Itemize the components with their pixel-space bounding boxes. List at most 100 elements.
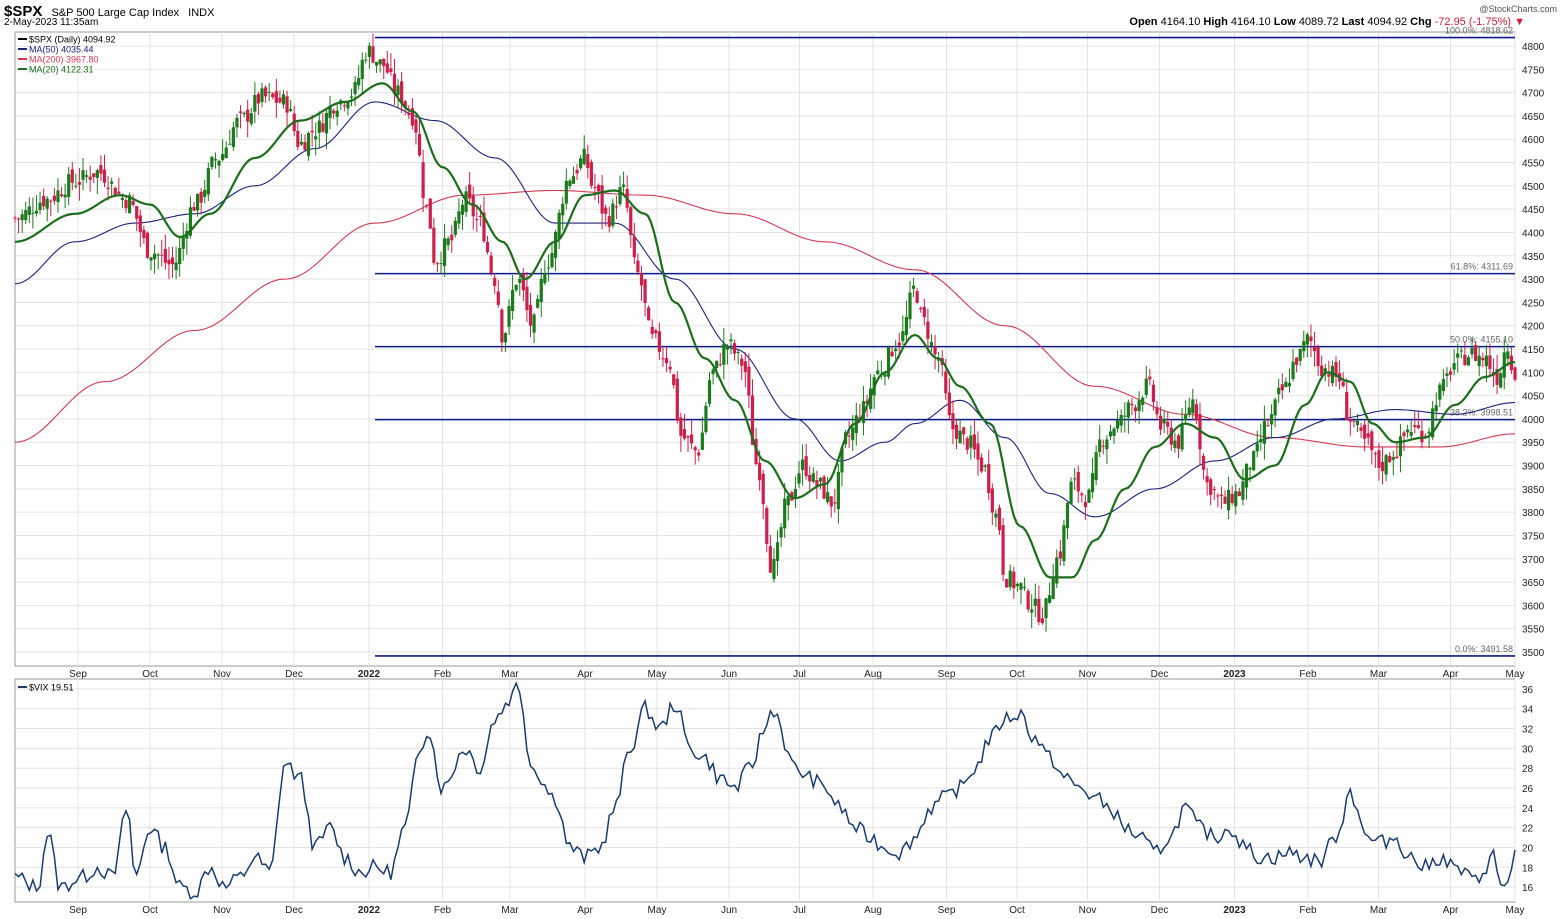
candle-body (800, 459, 805, 470)
candle-body (407, 113, 411, 115)
candle-body (99, 164, 103, 174)
x-tick-label: Dec (285, 905, 303, 916)
candle-body (328, 106, 332, 118)
candle-body (52, 195, 56, 201)
candle-body (1219, 494, 1224, 496)
candle-body (682, 429, 687, 439)
candle-body (199, 191, 203, 203)
candle-body (421, 162, 425, 198)
candle-body (367, 45, 372, 57)
candle-body (1481, 357, 1485, 361)
y-tick-label: 3950 (1522, 438, 1545, 449)
candle-body (1062, 525, 1066, 562)
candle-body (238, 111, 243, 113)
candle-body (106, 187, 110, 189)
candle-body (206, 168, 210, 195)
candle-body (235, 117, 239, 128)
candle-body (686, 436, 690, 438)
candle-body (818, 478, 823, 482)
candle-body (389, 68, 393, 73)
candle-body (532, 314, 536, 333)
x-tick-label: May (1506, 669, 1525, 680)
y-tick-label: 20 (1522, 843, 1534, 854)
candle-body (543, 273, 547, 284)
candle-body (1076, 471, 1080, 492)
candle-body (561, 203, 565, 216)
candle-body (1316, 347, 1320, 367)
candle-body (274, 91, 278, 103)
x-tick-label: Oct (1009, 669, 1025, 680)
candle-body (27, 206, 31, 215)
y-tick-label: 4400 (1522, 228, 1545, 239)
candle-body (1116, 420, 1120, 429)
candle-body (797, 473, 801, 484)
candle-body (650, 326, 654, 334)
x-tick-label: 2023 (1223, 669, 1246, 680)
candle-body (629, 207, 633, 236)
candle-body (77, 182, 82, 185)
candle-body (357, 78, 361, 86)
x-tick-label: Apr (1443, 905, 1459, 916)
chart-canvas[interactable]: 3500 3550 3600 3650 3700 3750 3800 3850 3900 3950… (0, 0, 1565, 919)
candle-body (632, 236, 636, 258)
candle-body (664, 358, 669, 364)
candle-body (1341, 381, 1345, 387)
candle-body (1255, 443, 1259, 452)
candle-body (503, 333, 508, 343)
candle-body (289, 108, 293, 112)
candle-body (1141, 397, 1145, 405)
y-tick-label: 3800 (1522, 508, 1545, 519)
candle-body (1105, 439, 1109, 450)
candle-body (711, 369, 715, 375)
candle-body (1044, 598, 1048, 619)
candle-body (901, 331, 905, 342)
candle-body (718, 364, 722, 366)
candle-body (253, 95, 257, 112)
candle-body (536, 298, 540, 308)
candle-body (1212, 488, 1216, 490)
candle-body (965, 438, 969, 450)
candle-body (990, 488, 994, 513)
candle-body (221, 154, 225, 160)
candle-body (1073, 478, 1077, 480)
candle-body (224, 147, 228, 159)
candle-body (364, 59, 368, 61)
candle-body (589, 162, 593, 186)
candle-body (1101, 445, 1105, 447)
y-tick-label: 28 (1522, 764, 1534, 775)
candle-body (1477, 355, 1481, 367)
candle-body (1119, 414, 1123, 426)
candle-body (729, 339, 733, 342)
candle-body (1019, 583, 1023, 590)
candle-body (1327, 374, 1331, 377)
y-tick-label: 36 (1522, 685, 1534, 696)
candle-body (636, 260, 640, 273)
candle-body (553, 231, 558, 258)
candle-body (281, 94, 286, 105)
candle-body (110, 181, 114, 184)
candle-body (586, 154, 590, 168)
candle-body (1309, 336, 1313, 342)
candle-body (1155, 407, 1159, 415)
candle-body (1176, 435, 1181, 449)
x-tick-label: May (648, 905, 667, 916)
candle-body (1040, 618, 1045, 624)
candle-body (979, 457, 984, 472)
candle-body (425, 204, 429, 206)
candle-body (958, 430, 962, 444)
candle-body (1037, 598, 1041, 623)
candle-body (575, 169, 579, 174)
candle-body (38, 202, 42, 211)
candle-body (1184, 414, 1188, 421)
candle-body (1388, 456, 1392, 462)
candle-body (922, 306, 926, 318)
candle-body (1441, 379, 1446, 391)
candle-body (904, 316, 909, 336)
candle-body (34, 210, 39, 214)
candle-body (829, 496, 833, 507)
candle-body (45, 198, 49, 209)
x-tick-label: Sep (69, 905, 87, 916)
candle-body (822, 476, 826, 499)
candle-body (647, 307, 651, 321)
candle-body (779, 527, 783, 538)
